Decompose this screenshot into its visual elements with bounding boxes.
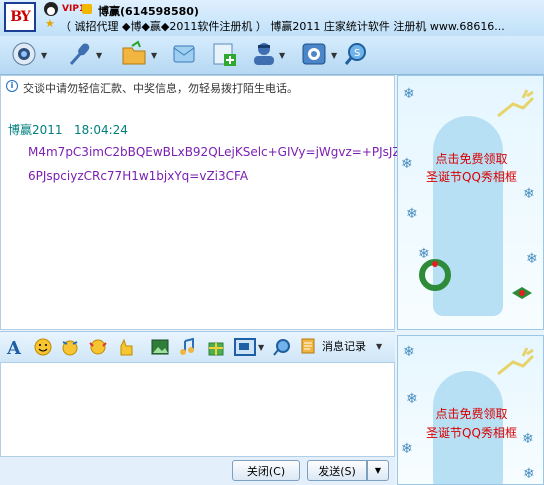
svg-text:A: A [6, 338, 22, 357]
message-text-line: M4m7pC3imC2bBQEwBLxB92QLejKSelc+GIVy=jWg… [28, 145, 401, 159]
reindeer-icon [497, 347, 535, 376]
holly-icon [512, 287, 532, 299]
snowflake-icon: ❄ [526, 251, 538, 267]
gesture-icon[interactable] [116, 337, 136, 357]
snowflake-icon: ❄ [403, 86, 415, 102]
chevron-down-icon[interactable]: ▼ [151, 51, 157, 60]
message-sender: 博赢2011 [8, 123, 63, 137]
magic-emoji-icon[interactable] [60, 337, 80, 357]
user-profile-icon[interactable] [250, 40, 278, 68]
action-bar: 关闭(C) 发送(S) ▼ [0, 457, 395, 485]
music-icon[interactable] [178, 337, 198, 357]
ad-text-line: 点击免费领取 [435, 407, 508, 421]
search-icon[interactable] [272, 337, 292, 357]
ad-text-line: 圣诞节QQ秀相框 [426, 426, 517, 440]
vip-icon [82, 4, 92, 14]
ad-text-line: 圣诞节QQ秀相框 [426, 170, 517, 184]
ad-text-line: 点击免费领取 [435, 152, 508, 166]
close-button[interactable]: 关闭(C) [232, 460, 300, 481]
contact-name: 博赢(614598580) [98, 5, 199, 18]
svg-text:S: S [354, 48, 360, 59]
contact-logo[interactable]: BY [4, 2, 36, 32]
add-app-icon[interactable] [210, 40, 238, 68]
reindeer-icon [497, 89, 535, 118]
info-icon: i [6, 80, 18, 92]
chat-toolbar: ▼ ▼ ▼ ▼ ▼ S [0, 36, 544, 75]
qq-show-ad-top[interactable]: ❄ ❄ ❄ ❄ ❄ ❄ 点击免费领取 圣诞节QQ秀相框 [397, 75, 544, 330]
snowflake-icon: ❄ [401, 441, 413, 457]
qq-penguin-icon [44, 2, 58, 16]
chevron-down-icon[interactable]: ▼ [376, 342, 382, 351]
message-input[interactable] [0, 362, 395, 457]
contact-signature: （ 诚招代理 ◆博◆赢◆2011软件注册机 ） 博赢2011 庄家统计软件 注册… [60, 20, 505, 33]
chat-history[interactable]: i 交谈中请勿轻信汇款、中奖信息，勿轻易拨打陌生电话。 博赢2011 18:04… [0, 75, 401, 330]
video-call-icon[interactable] [10, 40, 38, 68]
title-bar[interactable]: BY ★ VIP1 博赢(614598580) （ 诚招代理 ◆博◆赢◆2011… [0, 0, 544, 36]
star-icon: ★ [45, 17, 55, 30]
send-button[interactable]: 发送(S) [307, 460, 367, 481]
send-options-chevron-down-icon[interactable]: ▼ [367, 460, 389, 481]
settings-icon[interactable] [300, 40, 328, 68]
folder-icon[interactable] [120, 40, 148, 68]
snowflake-icon: ❄ [523, 186, 535, 202]
snowflake-icon: ❄ [523, 466, 535, 482]
screenshot-icon[interactable] [234, 337, 256, 357]
chevron-down-icon[interactable]: ▼ [96, 51, 102, 60]
chat-window: BY ★ VIP1 博赢(614598580) （ 诚招代理 ◆博◆赢◆2011… [0, 0, 544, 485]
qq-show-ad-bottom[interactable]: ❄ ❄ ❄ ❄ ❄ 点击免费领取 圣诞节QQ秀相框 [397, 335, 544, 485]
message-history-button[interactable]: 消息记录 [322, 338, 366, 354]
gift-icon[interactable] [206, 337, 226, 357]
microphone-icon[interactable] [65, 40, 93, 68]
search-icon[interactable]: S [342, 40, 370, 68]
font-icon[interactable]: A [5, 337, 25, 359]
chevron-down-icon[interactable]: ▼ [258, 343, 264, 352]
logo-text: BY [10, 9, 31, 25]
image-icon[interactable] [150, 337, 170, 357]
history-icon [300, 337, 318, 357]
message-time: 18:04:24 [74, 123, 128, 137]
chevron-down-icon[interactable]: ▼ [331, 51, 337, 60]
input-toolbar: A ▼ 消息记录 ▼ [0, 331, 395, 363]
snowflake-icon: ❄ [403, 344, 415, 360]
vibrate-icon[interactable] [88, 337, 108, 357]
chevron-down-icon[interactable]: ▼ [41, 51, 47, 60]
snowflake-icon: ❄ [406, 391, 418, 407]
safety-notice: 交谈中请勿轻信汇款、中奖信息，勿轻易拨打陌生电话。 [23, 82, 298, 95]
emoji-icon[interactable] [33, 337, 53, 357]
message-icon[interactable] [170, 40, 198, 68]
snowflake-icon: ❄ [406, 206, 418, 222]
wreath-icon [419, 259, 451, 291]
message-header: 博赢2011 18:04:24 [8, 121, 128, 138]
message-text-line: 6PJspciyzCRc77H1w1bjxYq=vZi3CFA [28, 169, 249, 183]
chevron-down-icon[interactable]: ▼ [279, 51, 285, 60]
